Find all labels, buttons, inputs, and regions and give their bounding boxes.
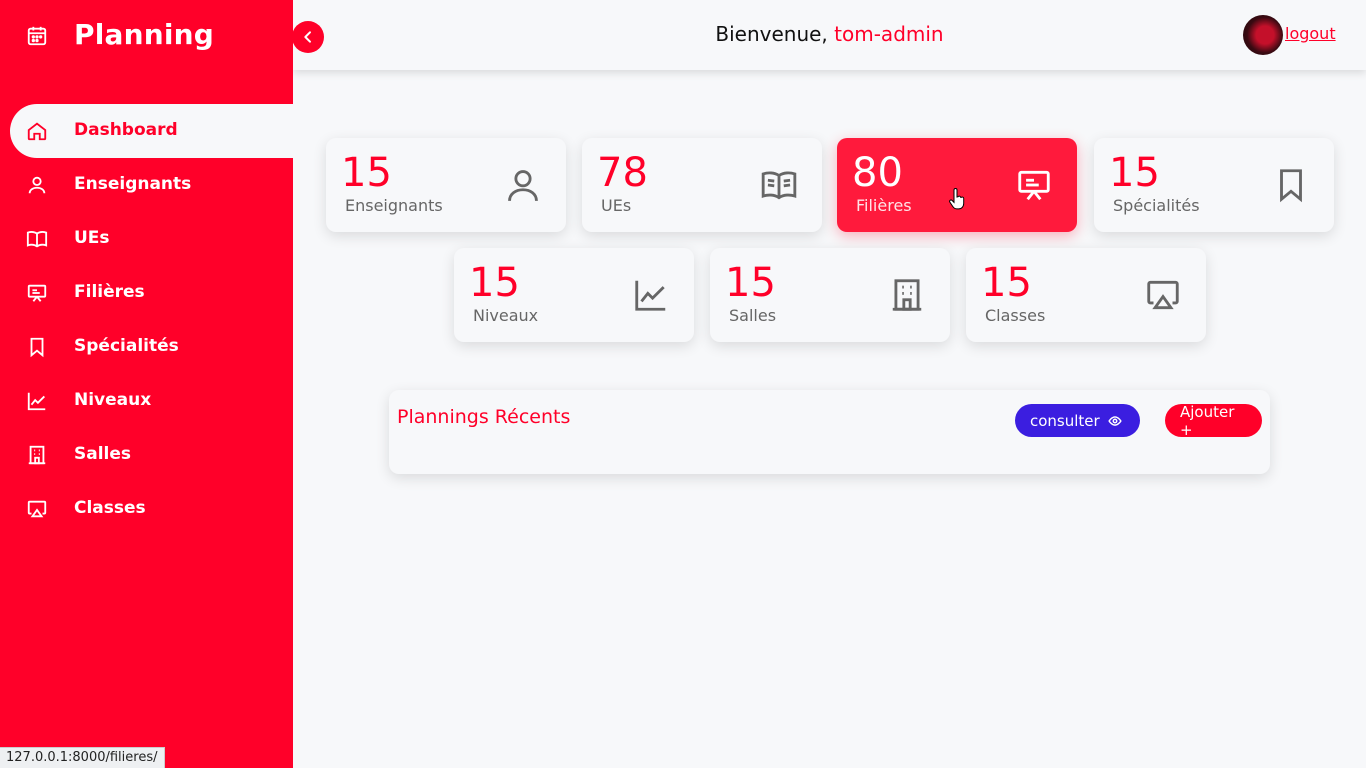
chart-line-icon xyxy=(27,392,46,411)
stat-value: 15 xyxy=(981,260,1032,306)
stat-card-enseignants[interactable]: 15 Enseignants xyxy=(326,138,566,232)
sidebar-nav: Dashboard Enseignants UEs Filières Spéci… xyxy=(0,104,293,536)
sidebar-toggle-button[interactable] xyxy=(292,21,324,53)
bookmark-icon xyxy=(30,337,44,358)
stat-card-specialites[interactable]: 15 Spécialités xyxy=(1094,138,1334,232)
stat-label: UEs xyxy=(601,196,632,215)
stat-value: 78 xyxy=(597,150,648,196)
username: tom-admin xyxy=(834,22,944,46)
sidebar-item-ues[interactable]: UEs xyxy=(0,212,293,266)
stat-value: 80 xyxy=(852,150,903,196)
chart-line-icon xyxy=(635,280,666,311)
sidebar-item-label: Salles xyxy=(74,444,132,464)
presentation-icon xyxy=(27,284,47,302)
brand-header: Planning xyxy=(0,0,293,104)
stat-card-classes[interactable]: 15 Classes xyxy=(966,248,1206,342)
stat-value: 15 xyxy=(469,260,520,306)
sidebar-item-niveaux[interactable]: Niveaux xyxy=(0,374,293,428)
sidebar-item-label: Niveaux xyxy=(74,390,152,410)
hand-cursor-icon xyxy=(949,188,965,210)
user-icon xyxy=(28,176,46,194)
stat-value: 15 xyxy=(725,260,776,306)
book-icon xyxy=(761,171,797,200)
sidebar-item-filieres[interactable]: Filières xyxy=(0,266,293,320)
chevron-left-icon xyxy=(304,31,311,43)
stat-label: Enseignants xyxy=(345,196,443,215)
stat-card-filieres[interactable]: 80 Filières xyxy=(837,138,1077,232)
sidebar-item-classes[interactable]: Classes xyxy=(0,482,293,536)
stat-label: Spécialités xyxy=(1113,196,1200,215)
welcome-prefix: Bienvenue, xyxy=(715,22,828,46)
bookmark-icon xyxy=(1280,169,1302,203)
stat-card-ues[interactable]: 78 UEs xyxy=(582,138,822,232)
sidebar-item-enseignants[interactable]: Enseignants xyxy=(0,158,293,212)
home-icon xyxy=(27,122,47,141)
browser-status-bar: 127.0.0.1:8000/filieres/ xyxy=(0,747,165,768)
consult-button-label: consulter xyxy=(1030,411,1100,430)
consult-button[interactable]: consulter xyxy=(1015,404,1140,437)
sidebar-item-label: Filières xyxy=(74,282,145,302)
logout-link[interactable]: logout xyxy=(1285,24,1336,43)
book-icon xyxy=(26,231,48,248)
sidebar-item-salles[interactable]: Salles xyxy=(0,428,293,482)
top-bar: Bienvenue, tom-admin logout xyxy=(293,0,1366,70)
calendar-icon xyxy=(27,26,47,46)
app-title: Planning xyxy=(74,18,215,51)
stat-value: 15 xyxy=(341,150,392,196)
sidebar-item-label: Enseignants xyxy=(74,174,192,194)
sidebar: Planning Dashboard Enseignants UEs Filiè… xyxy=(0,0,293,768)
stat-label: Niveaux xyxy=(473,306,539,325)
eye-icon xyxy=(1108,415,1122,426)
sidebar-item-dashboard[interactable]: Dashboard xyxy=(10,104,293,158)
stat-value: 15 xyxy=(1109,150,1160,196)
stat-card-niveaux[interactable]: 15 Niveaux xyxy=(454,248,694,342)
add-button[interactable]: Ajouter + xyxy=(1165,402,1262,439)
welcome-message: Bienvenue, tom-admin xyxy=(293,22,1366,46)
airplay-icon xyxy=(1147,280,1179,310)
panel-title: Plannings Récents xyxy=(397,406,571,428)
user-icon xyxy=(508,170,538,201)
presentation-icon xyxy=(1018,170,1050,201)
building-icon xyxy=(28,445,46,465)
building-icon xyxy=(892,279,922,311)
sidebar-item-specialites[interactable]: Spécialités xyxy=(0,320,293,374)
avatar[interactable] xyxy=(1243,15,1283,55)
stat-label: Salles xyxy=(729,306,777,325)
sidebar-item-label: Classes xyxy=(74,498,146,518)
stat-label: Filières xyxy=(856,196,912,215)
airplay-icon xyxy=(27,500,47,518)
sidebar-item-label: UEs xyxy=(74,228,110,248)
add-button-label: Ajouter + xyxy=(1180,402,1235,439)
sidebar-item-label: Spécialités xyxy=(74,336,179,356)
stat-card-salles[interactable]: 15 Salles xyxy=(710,248,950,342)
sidebar-item-label: Dashboard xyxy=(74,120,178,140)
stat-label: Classes xyxy=(985,306,1046,325)
recent-plannings-panel: Plannings Récents consulter Ajouter + xyxy=(389,390,1270,474)
